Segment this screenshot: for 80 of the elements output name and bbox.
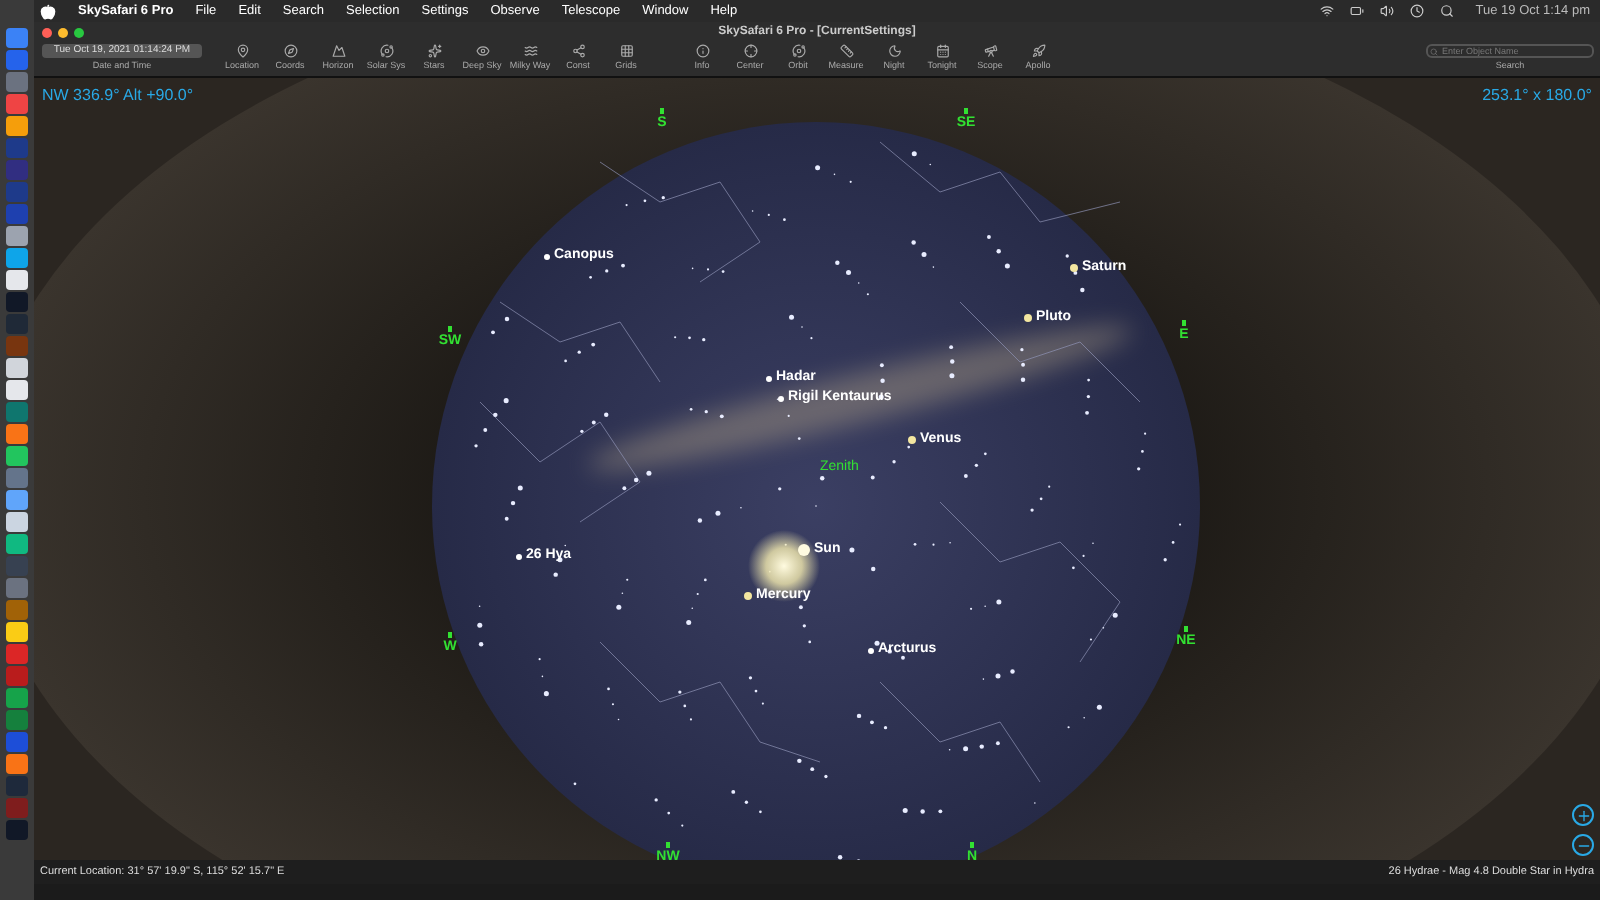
app-icon[interactable] [6,600,28,619]
compass-tick-icon [666,842,670,848]
field-of-view-text: 253.1° x 180.0° [1482,84,1592,108]
apple-logo-icon[interactable] [40,3,56,19]
app-icon[interactable] [6,446,28,465]
crosshair-icon [743,44,757,59]
search-icon[interactable] [1439,4,1454,18]
zoom-button[interactable] [74,27,84,37]
compass-icon [283,44,297,59]
grid-icon [619,44,633,59]
telescope-icon [983,44,997,59]
planet-icon[interactable] [744,592,752,601]
info-icon [695,44,709,59]
app-icon[interactable] [6,248,28,267]
app-icon[interactable] [6,776,28,795]
compass-tick-icon [1182,320,1186,326]
planet-icon[interactable] [1070,264,1078,273]
app-icon[interactable] [6,72,28,91]
wifi-icon[interactable] [1319,4,1334,18]
moon-icon [887,44,901,59]
app-icon[interactable] [6,94,28,113]
stars-icon [427,44,441,59]
view-direction-text: NW 336.9° Alt +90.0° [42,84,194,108]
app-icon[interactable] [6,710,28,729]
app-icon[interactable] [6,754,28,773]
app-icon[interactable] [6,490,28,509]
planet-icon[interactable] [908,436,916,445]
zoom-in-button[interactable] [1572,804,1594,826]
app-icon[interactable] [6,578,28,597]
app-icon[interactable] [6,270,28,289]
compass-tick-icon [448,632,452,638]
ruler-icon [839,44,853,59]
app-icon[interactable] [6,292,28,311]
app-icon[interactable] [6,468,28,487]
search-icon [1430,47,1438,56]
app-icon[interactable] [6,314,28,333]
app-icon[interactable] [6,226,28,245]
app-icon[interactable] [6,732,28,751]
app-icon[interactable] [6,820,28,839]
app-icon[interactable] [6,402,28,421]
compass-tick-icon [448,326,452,332]
minimize-button[interactable] [58,27,68,37]
app-icon[interactable] [6,138,28,157]
milky-way-icon [523,44,537,59]
app-icon[interactable] [6,204,28,223]
close-button[interactable] [42,27,52,37]
app-icon[interactable] [6,160,28,179]
rocket-icon [1031,44,1045,59]
app-icon[interactable] [6,556,28,575]
clock-icon[interactable] [1409,4,1424,18]
compass-tick-icon [964,108,968,114]
location-pin-icon [235,44,249,59]
app-icon[interactable] [6,380,28,399]
zoom-out-button[interactable] [1572,834,1594,856]
plus-icon [1575,807,1591,823]
app-icon[interactable] [6,512,28,531]
app-icon[interactable] [6,50,28,69]
app-icon[interactable] [6,116,28,135]
app-icon[interactable] [6,358,28,377]
mountain-icon [331,44,345,59]
battery-icon[interactable] [1349,4,1364,18]
app-icon[interactable] [6,534,28,553]
constellation-icon [571,44,585,59]
compass-tick-icon [970,842,974,848]
app-icon[interactable] [6,666,28,685]
app-icon[interactable] [6,644,28,663]
volume-icon[interactable] [1379,4,1394,18]
app-icon[interactable] [6,688,28,707]
app-icon[interactable] [6,622,28,641]
planet-orbit-icon [379,44,393,59]
app-icon[interactable] [6,424,28,443]
app-icon[interactable] [6,28,28,47]
compass-tick-icon [660,108,664,114]
app-icon[interactable] [6,182,28,201]
planet-icon[interactable] [1024,314,1032,323]
app-icon[interactable] [6,336,28,355]
app-icon[interactable] [6,798,28,817]
calendar-icon [935,44,949,59]
compass-tick-icon [1184,626,1188,632]
orbit-icon [791,44,805,59]
